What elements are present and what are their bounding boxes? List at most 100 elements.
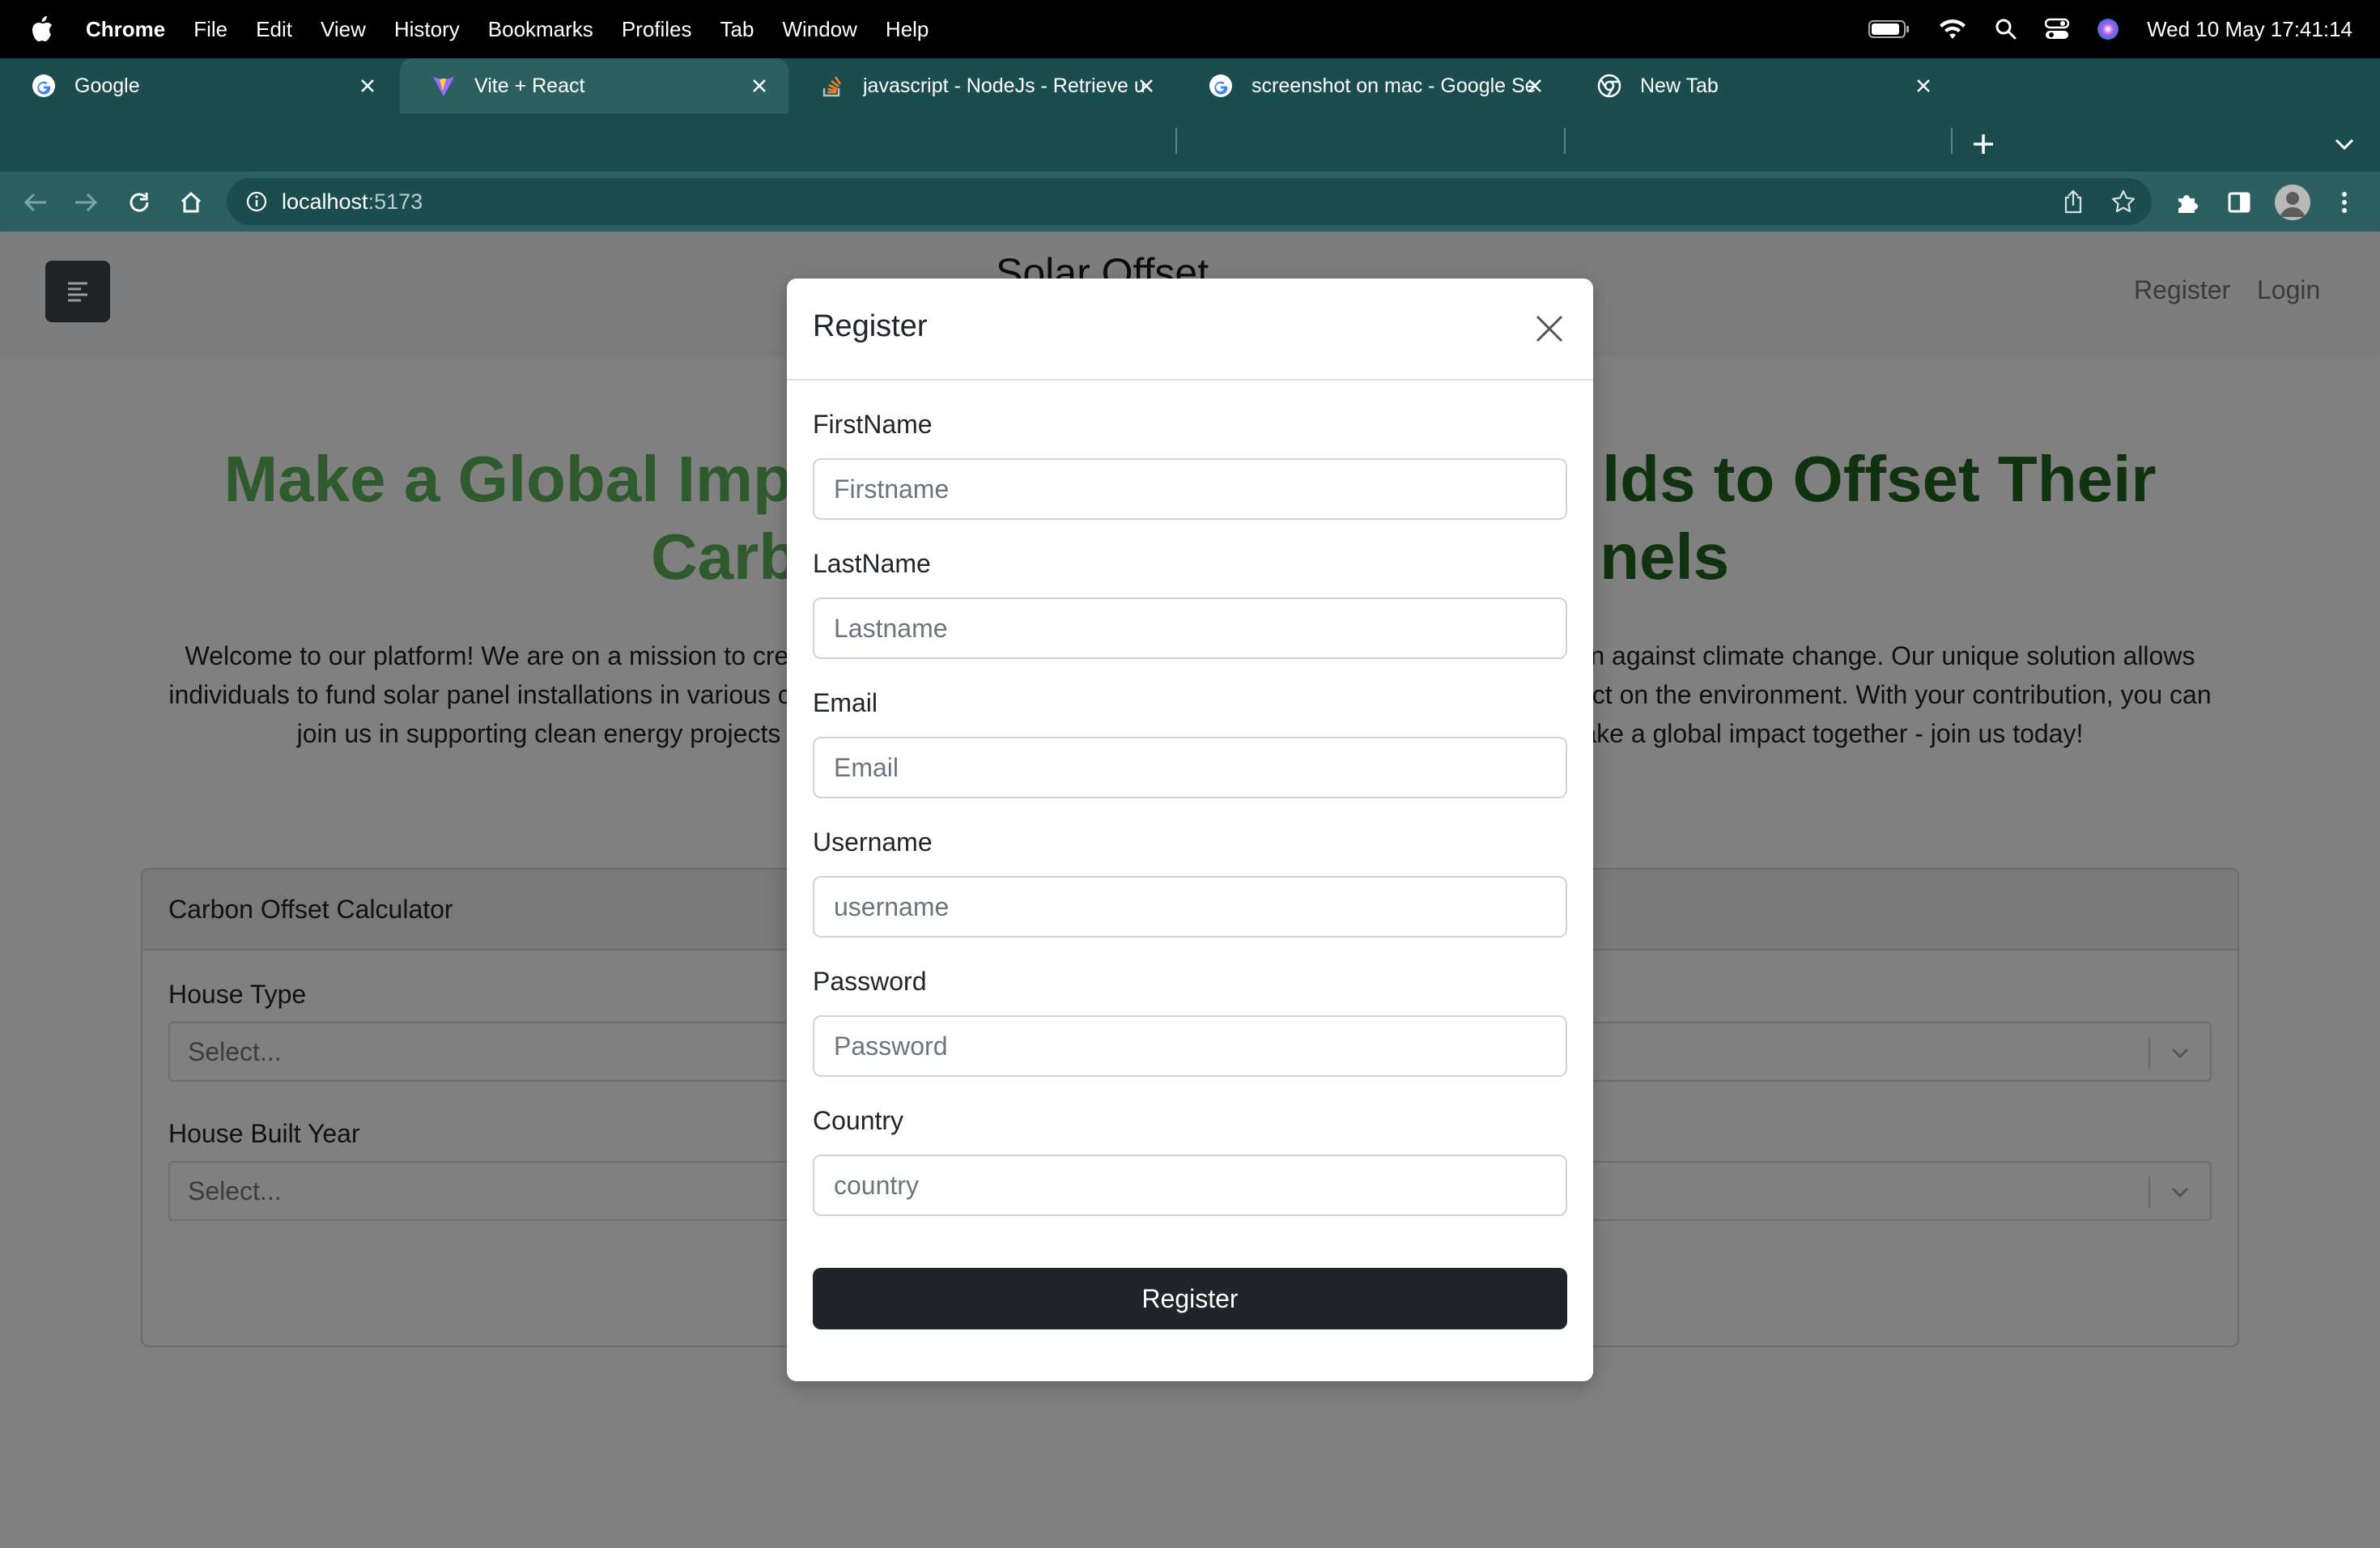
side-panel-icon [2228,192,2250,213]
tab-title: screenshot on mac - Google Se [1252,74,1536,97]
vite-icon [431,73,457,99]
lastname-label: LastName [813,549,931,578]
back-button[interactable] [18,185,53,220]
tab-google[interactable]: Google [0,58,397,113]
browser-menu-button[interactable] [2327,185,2362,220]
bookmark-star-icon[interactable] [2110,188,2137,215]
address-bar[interactable]: localhost:5173 [227,178,2152,225]
share-icon[interactable] [2059,188,2087,215]
chevron-down-icon [2335,138,2354,151]
intro-text: individuals to fund solar panel installa… [168,680,791,709]
new-tab-button[interactable] [1967,128,2000,160]
firstname-input[interactable] [813,458,1567,520]
built-year-label: House Built Year [168,1119,360,1148]
address-url[interactable]: localhost:5173 [282,189,423,215]
tab-google-search[interactable]: screenshot on mac - Google Se [1177,58,1564,113]
google-icon [31,73,57,99]
forward-button[interactable] [68,185,104,220]
close-icon[interactable] [746,73,772,99]
plus-icon [1974,134,1993,154]
register-submit-button[interactable]: Register [813,1268,1567,1329]
intro-text: join us in supporting clean energy proje… [296,719,781,748]
select-divider [2148,1177,2150,1208]
tab-title: javascript - NodeJs - Retrieve u [863,74,1145,97]
reload-button[interactable] [121,185,157,220]
chrome-icon [1596,73,1622,99]
puzzle-icon [2178,195,2198,213]
menu-view[interactable]: View [321,17,366,42]
more-vertical-icon [2342,192,2347,213]
url-port: :5173 [368,189,423,214]
username-input[interactable] [813,876,1567,938]
hero-text: nels [1600,521,1730,593]
tab-search-button[interactable] [2330,130,2359,159]
wifi-icon[interactable] [1938,18,1967,40]
username-label: Username [813,827,933,857]
password-input[interactable] [813,1015,1567,1077]
chevron-down-icon[interactable] [2165,1177,2195,1208]
register-modal: Register FirstName LastName Email Userna… [787,279,1593,1381]
modal-title: Register [813,309,928,343]
menu-profiles[interactable]: Profiles [622,17,692,42]
menu-edit[interactable]: Edit [256,17,292,42]
siri-icon[interactable] [2097,18,2119,40]
arrow-right-icon [75,193,98,212]
menu-window[interactable]: Window [782,17,856,42]
country-input[interactable] [813,1155,1567,1216]
menu-app-name[interactable]: Chrome [86,17,165,42]
close-icon[interactable] [1133,73,1159,99]
hero-text: Make a Global Imp [223,443,793,515]
tab-separator [1564,128,1566,154]
tab-new-tab[interactable]: New Tab [1566,58,1953,113]
profile-avatar[interactable] [2275,185,2310,220]
menu-tab[interactable]: Tab [720,17,754,42]
control-center-icon[interactable] [2045,18,2070,40]
side-panel-button[interactable] [2221,185,2257,220]
email-label: Email [813,688,878,717]
stackoverflow-icon [819,73,845,99]
menubar-clock[interactable]: Wed 10 May 17:41:14 [2147,17,2352,42]
email-input[interactable] [813,737,1567,798]
menu-history[interactable]: History [394,17,460,42]
extensions-button[interactable] [2170,185,2205,220]
close-icon [1536,315,1563,342]
select-placeholder: Select... [188,1176,282,1206]
hero-text: lds to Offset Their [1601,443,2157,515]
intro-text: Welcome to our platform! We are on a mis… [185,641,789,670]
spotlight-search-icon[interactable] [1995,18,2017,40]
close-icon[interactable] [1522,73,1548,99]
close-icon[interactable] [355,73,380,99]
select-divider [2148,1038,2150,1069]
macos-menubar: Chrome File Edit View History Bookmarks … [0,0,2380,58]
lastname-input[interactable] [813,598,1567,659]
tab-title: Vite + React [474,74,585,97]
menu-help[interactable]: Help [886,17,929,42]
intro-text: n against climate change. Our unique sol… [1590,641,2195,670]
password-label: Password [813,967,927,996]
battery-icon[interactable] [1868,19,1910,40]
nav-login-link[interactable]: Login [2257,275,2320,305]
menu-icon [68,282,87,302]
apple-icon[interactable] [31,15,55,44]
country-label: Country [813,1106,904,1135]
card-title: Carbon Offset Calculator [168,894,453,924]
nav-register-link[interactable]: Register [2134,275,2230,305]
home-button[interactable] [173,185,209,220]
tab-stackoverflow[interactable]: javascript - NodeJs - Retrieve u [788,58,1175,113]
intro-text: ake a global impact together - join us t… [1582,719,2084,748]
reload-icon [130,193,149,212]
modal-header: Register [787,279,1593,381]
home-icon [181,191,202,213]
sidebar-toggle-button[interactable] [45,261,110,322]
url-host: localhost [282,189,368,214]
firstname-label: FirstName [813,410,933,439]
tab-separator [1175,128,1177,154]
info-icon[interactable] [244,189,269,214]
menu-file[interactable]: File [193,17,227,42]
close-icon[interactable] [1910,73,1936,99]
menu-bookmarks[interactable]: Bookmarks [488,17,593,42]
chevron-down-icon[interactable] [2165,1038,2195,1069]
modal-close-button[interactable] [1527,306,1572,351]
tab-vite-react[interactable]: Vite + React [400,58,788,113]
google-icon [1208,73,1234,99]
